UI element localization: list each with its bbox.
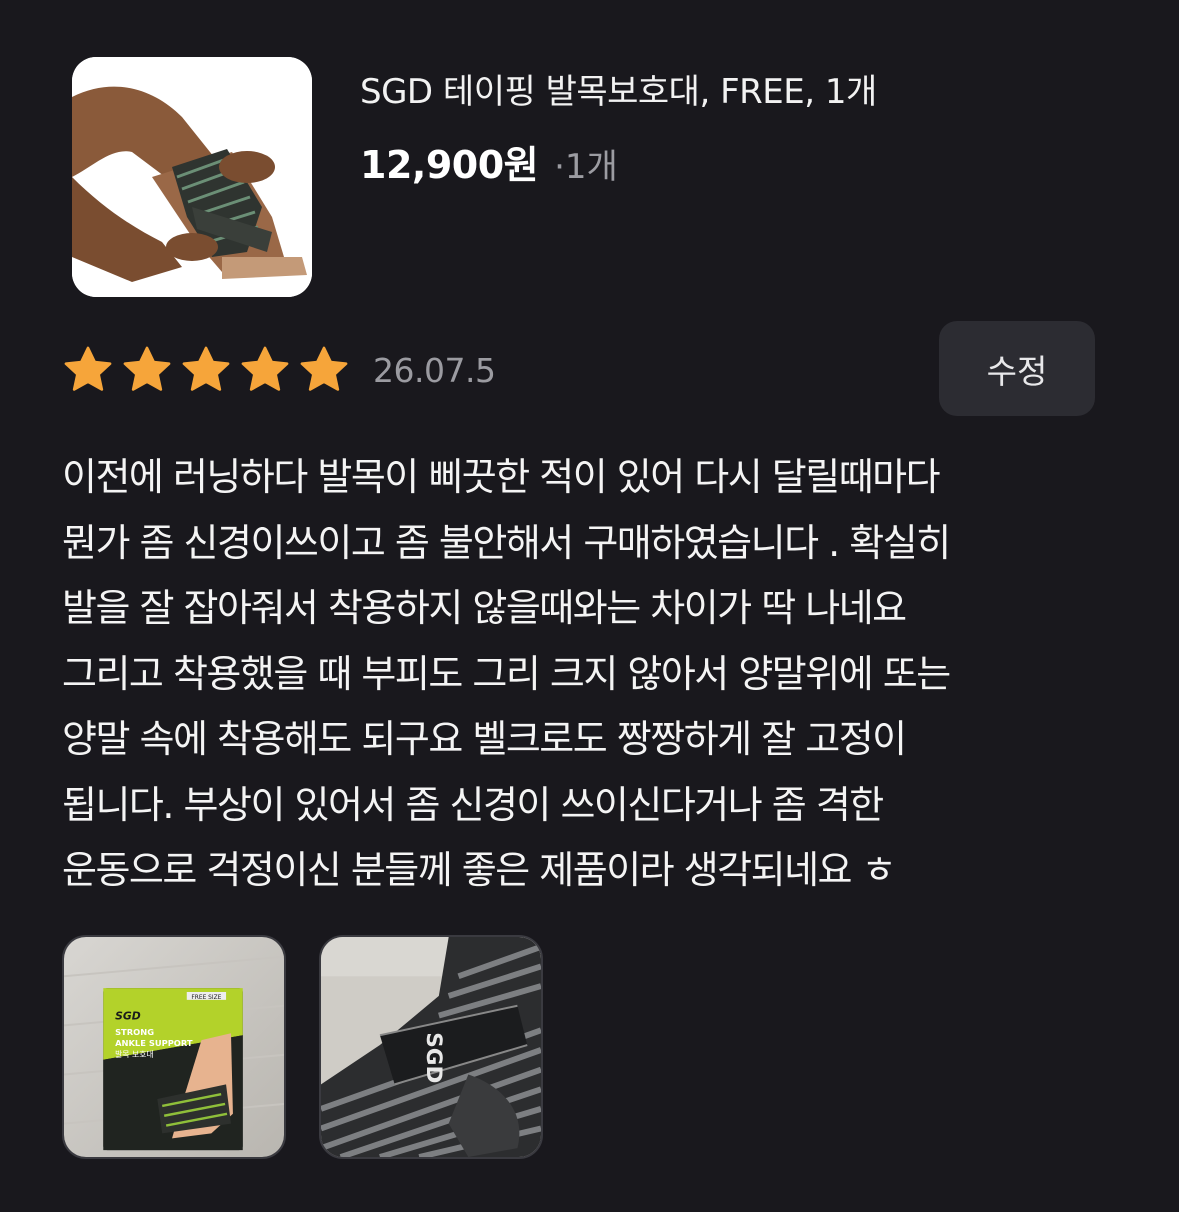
star-rating: [62, 344, 357, 396]
star-icon: [241, 346, 289, 391]
product-quantity: ·1개: [554, 147, 618, 187]
review-text-line: 됩니다. 부상이 있어서 좀 신경이 쓰이신다거나 좀 격한: [62, 782, 884, 827]
star-icon: [300, 346, 348, 391]
review-text-line: 양말 속에 착용해도 되구요 벨크로도 짱짱하게 잘 고정이: [62, 717, 907, 761]
review-photo-worn[interactable]: SGD: [319, 935, 543, 1159]
package-brand: SGD: [115, 1010, 141, 1023]
rating-row: 26.07.5: [62, 340, 496, 400]
price-row: 12,900원 ·1개: [360, 134, 618, 189]
worn-brace-photo: SGD: [321, 937, 541, 1157]
review-text: 이전에 러닝하다 발목이 삐끗한 적이 있어 다시 달릴때마다뭔가 좀 신경이쓰…: [62, 445, 1142, 904]
strap-logo: SGD: [421, 1032, 446, 1083]
review-text-line: 그리고 착용했을 때 부피도 그리 크지 않아서 양말위에 또는: [62, 651, 951, 696]
star-icon: [64, 346, 112, 391]
package-line-2: ANKLE SUPPORT: [115, 1038, 193, 1048]
package-line-3: 발목 보호대: [115, 1049, 154, 1059]
product-name[interactable]: SGD 테이핑 발목보호대, FREE, 1개: [360, 64, 877, 113]
size-tag: FREE SIZE: [191, 995, 221, 1001]
package-line-1: STRONG: [115, 1027, 154, 1037]
product-thumbnail[interactable]: [72, 57, 312, 297]
star-icon: [123, 346, 171, 391]
ankle-brace-product-photo: [72, 57, 312, 297]
review-photo-package[interactable]: FREE SIZE SGD STRONG ANKLE SUPPORT 발목 보호…: [62, 935, 286, 1159]
product-price: 12,900원: [360, 143, 539, 187]
review-date: 26.07.5: [373, 350, 496, 390]
star-icon: [182, 346, 230, 391]
review-text-line: 발을 잘 잡아줘서 착용하지 않을때와는 차이가 딱 나네요: [62, 586, 907, 630]
review-text-line: 운동으로 걱정이신 분들께 좋은 제품이라 생각되네요 ㅎ: [62, 848, 897, 892]
package-photo: FREE SIZE SGD STRONG ANKLE SUPPORT 발목 보호…: [64, 937, 284, 1157]
review-text-line: 이전에 러닝하다 발목이 삐끗한 적이 있어 다시 달릴때마다: [62, 455, 941, 499]
edit-review-button[interactable]: 수정: [939, 321, 1095, 416]
review-text-line: 뭔가 좀 신경이쓰이고 좀 불안해서 구매하였습니다 . 확실히: [62, 520, 951, 565]
